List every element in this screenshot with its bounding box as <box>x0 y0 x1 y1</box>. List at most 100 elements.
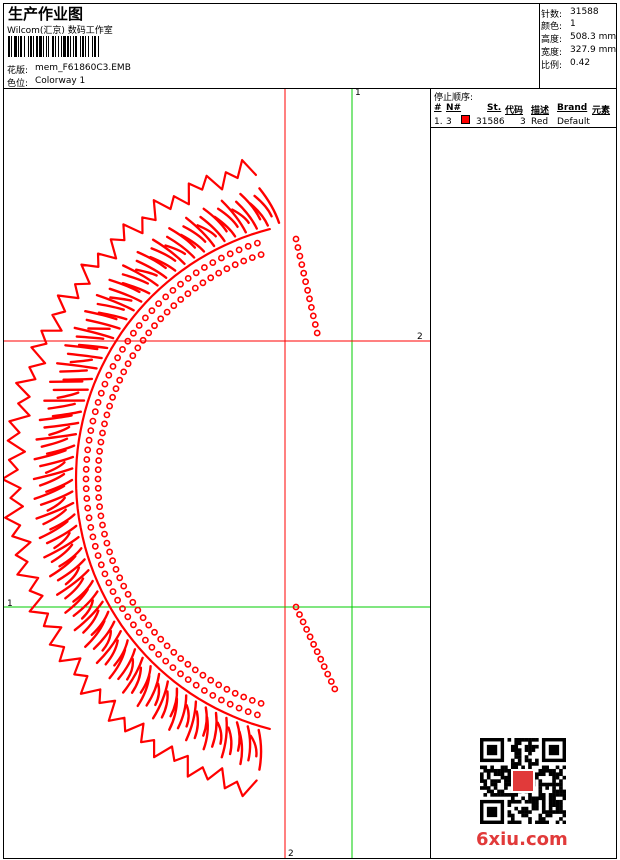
ruffle-stroke <box>49 513 76 531</box>
bead-ring <box>217 254 225 262</box>
bead-ring <box>151 628 158 636</box>
guide-label-h1: 1 <box>7 599 13 609</box>
bead-ring <box>240 257 248 265</box>
ruffle-stroke <box>58 547 83 568</box>
bead-tip <box>303 626 310 633</box>
bead-ring <box>200 264 208 271</box>
bead-ring <box>226 700 234 708</box>
scale-label: 比例: <box>541 61 563 71</box>
bead-ring <box>112 565 120 573</box>
colorway-value: Colorway 1 <box>35 76 86 86</box>
row-needle: 3 <box>446 117 452 127</box>
bead-ring <box>248 254 256 261</box>
bead-tip <box>306 633 314 641</box>
bead-ring <box>139 336 147 344</box>
ruffle-stroke <box>176 694 188 730</box>
col-header-brand: Brand <box>557 103 588 113</box>
bead-ring <box>163 642 171 650</box>
width-value: 327.9 mm <box>570 45 617 55</box>
bead-tip <box>327 678 335 685</box>
bead-ring <box>163 308 171 316</box>
bead-ring <box>162 293 170 301</box>
bead-ring <box>116 574 124 582</box>
bead-tip <box>310 640 317 648</box>
ruffle-stroke <box>35 433 78 441</box>
bead-ring <box>199 671 207 679</box>
ruffle-stroke <box>211 711 218 748</box>
colorway-label: 色位: <box>7 79 29 89</box>
bead-ring <box>134 344 142 352</box>
bead-ring <box>141 314 149 322</box>
bead-ring <box>248 697 256 704</box>
bead-ring <box>82 485 90 493</box>
bead-ring <box>170 302 178 310</box>
bead-ring <box>103 539 111 547</box>
height-value: 508.3 mm <box>570 32 617 42</box>
bead-tip <box>294 244 302 251</box>
ruffle-stroke <box>216 721 223 745</box>
bead-ring <box>84 446 92 454</box>
bead-ring <box>119 345 126 353</box>
bead-ring <box>109 557 116 565</box>
stop-sequence-title: 停止顺序: <box>434 93 474 103</box>
bead-ring <box>129 598 137 606</box>
bead-ring <box>101 420 108 428</box>
bead-ring <box>82 465 90 473</box>
bead-ring <box>240 693 248 701</box>
bead-tip <box>296 611 303 618</box>
bead-ring <box>101 530 108 538</box>
scale-value: 0.42 <box>570 58 591 68</box>
bead-ring <box>155 651 162 658</box>
bead-ring <box>99 429 106 437</box>
bead-ring <box>106 548 113 556</box>
bead-ring <box>231 261 239 269</box>
bead-ring <box>101 570 109 578</box>
col-header-element: 元素 <box>592 106 611 116</box>
bead-ring <box>141 636 149 644</box>
bead-ring <box>109 393 116 401</box>
bead-tip <box>296 252 304 260</box>
col-header-index: # <box>434 103 442 113</box>
embroidery-canvas <box>4 89 430 858</box>
col-header-needle: N# <box>446 103 462 113</box>
bead-tip <box>324 670 332 678</box>
col-header-description: 描述 <box>531 106 550 116</box>
bead-ring <box>170 648 178 656</box>
bead-ring <box>177 280 184 288</box>
bead-ring <box>235 704 243 712</box>
bead-ring <box>209 692 217 699</box>
bead-ring <box>83 456 91 463</box>
bead-ring <box>89 417 97 425</box>
bead-ring <box>94 466 102 474</box>
embroidery-design <box>4 159 339 798</box>
ruffle-stroke <box>185 704 190 728</box>
bead-ring <box>207 274 215 282</box>
bead-ring <box>116 376 124 384</box>
bead-ring <box>89 533 97 541</box>
ruffle-stroke <box>238 730 244 766</box>
ruffle-stroke <box>48 425 71 436</box>
bead-tip <box>300 269 308 277</box>
bead-ring <box>200 687 208 694</box>
bead-ring <box>148 643 156 651</box>
bead-ring <box>207 676 215 684</box>
bead-tip <box>313 329 321 337</box>
stitches-value: 31588 <box>570 7 599 17</box>
col-header-stitches: St. <box>487 103 502 113</box>
bead-ring <box>223 265 231 273</box>
bead-tip <box>313 648 321 656</box>
row-code: 3 <box>520 117 526 127</box>
bead-ring <box>199 279 207 287</box>
bead-ring <box>257 251 265 258</box>
bead-ring <box>192 681 200 689</box>
bead-ring <box>157 315 165 323</box>
bead-tip <box>306 295 313 303</box>
bead-ring <box>155 300 162 307</box>
ruffle-stroke <box>59 369 88 373</box>
bead-tip <box>292 235 300 243</box>
bead-ring <box>97 438 105 446</box>
ruffle-stroke <box>69 358 93 364</box>
bead-ring <box>169 286 177 294</box>
bead-ring <box>135 322 143 329</box>
bead-ring <box>253 711 261 719</box>
